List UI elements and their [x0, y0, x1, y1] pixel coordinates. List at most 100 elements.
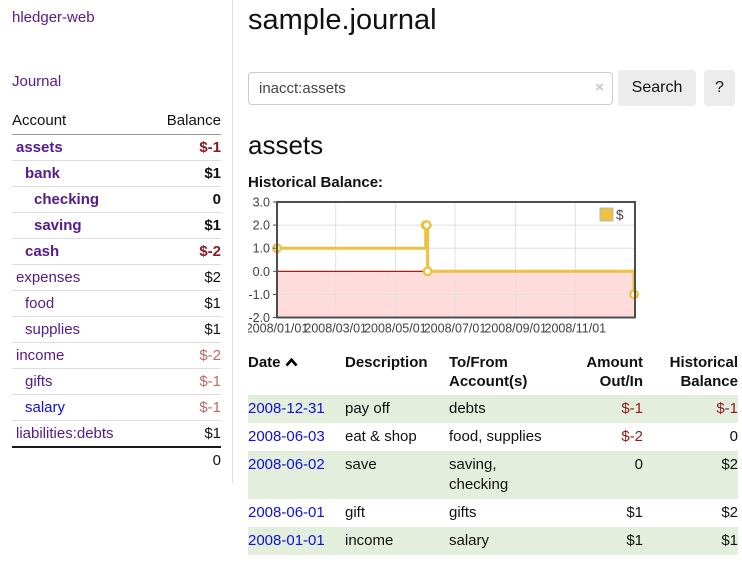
account-link[interactable]: gifts: [25, 373, 53, 390]
transaction-date-link[interactable]: 2008-12-31: [248, 400, 325, 417]
account-row: expenses $2: [12, 265, 221, 291]
transaction-accounts: saving,checking: [449, 451, 560, 499]
account-balance: $-2: [148, 239, 221, 265]
y-axis-tick-label: 2.0: [253, 219, 270, 233]
historical-balance-chart-svg: 3.02.01.00.0-1.0-2.02008/01/012008/03/01…: [248, 195, 648, 338]
account-row: income $-2: [12, 343, 221, 369]
account-row: cash $-2: [12, 239, 221, 265]
transaction-balance: $2: [643, 451, 738, 499]
transaction-amount: 0: [560, 451, 643, 499]
transaction-date-link[interactable]: 2008-06-02: [248, 456, 325, 473]
transaction-accounts: salary: [449, 527, 560, 555]
search-box: ×: [248, 72, 613, 105]
y-axis-tick-label: 0.0: [253, 265, 270, 279]
x-axis-tick-label: 2008/01/01: [248, 322, 308, 336]
accounts-header-balance: Balance: [148, 110, 221, 135]
register-row: 2008-06-02 savesaving,checking0$2: [248, 451, 738, 499]
account-row: bank$1: [12, 161, 221, 187]
account-row: supplies$1: [12, 317, 221, 343]
transaction-date-link[interactable]: 2008-01-01: [248, 532, 325, 549]
account-heading: assets: [248, 130, 738, 160]
y-axis-tick-label: 1.0: [253, 242, 270, 256]
account-balance: $-1: [148, 369, 221, 395]
help-button[interactable]: ?: [704, 70, 735, 106]
account-balance: $-1: [148, 395, 221, 421]
sort-ascending-icon: [285, 358, 298, 367]
register-header-accounts: To/From Account(s): [449, 350, 560, 395]
accounts-table-body: assets$-1bank$1checking0saving$1cash$-2e…: [12, 135, 221, 448]
transaction-balance: $1: [643, 527, 738, 555]
account-link[interactable]: liabilities:debts: [16, 425, 114, 442]
accounts-total-row: 0: [12, 447, 221, 473]
transaction-balance: $-1: [643, 395, 738, 423]
account-link[interactable]: food: [25, 295, 54, 312]
register-row: 2008-06-03 eat & shopfood, supplies$-20: [248, 423, 738, 451]
transaction-amount: $1: [560, 499, 643, 527]
account-link[interactable]: assets: [16, 139, 63, 156]
transaction-description: save: [345, 451, 449, 499]
account-link[interactable]: expenses: [16, 269, 80, 286]
account-balance: $-1: [148, 135, 221, 161]
transaction-balance: 0: [643, 423, 738, 451]
legend-label: $: [616, 208, 624, 223]
account-link[interactable]: bank: [25, 165, 60, 182]
account-link[interactable]: income: [16, 347, 64, 364]
transaction-description: gift: [345, 499, 449, 527]
transaction-amount: $1: [560, 527, 643, 555]
account-link[interactable]: cash: [25, 243, 59, 260]
clear-search-icon[interactable]: ×: [595, 79, 604, 97]
x-axis-tick-label: 2008/11/01: [545, 322, 607, 336]
register-row: 2008-01-01incomesalary$1$1: [248, 527, 738, 555]
account-link[interactable]: supplies: [25, 321, 80, 338]
search-input[interactable]: [248, 72, 613, 105]
x-axis-tick-label: 2008/09/01: [484, 322, 547, 336]
sidebar-item-journal[interactable]: Journal: [12, 72, 221, 91]
transaction-description: pay off: [345, 395, 449, 423]
transaction-date-link[interactable]: 2008-06-03: [248, 428, 325, 445]
legend-swatch: [600, 208, 613, 221]
main-content: sample.journal × Search ? assets Histori…: [248, 0, 738, 555]
account-balance: $1: [148, 213, 221, 239]
account-row: salary $-1: [12, 395, 221, 421]
transaction-amount: $-2: [560, 423, 643, 451]
register-header-description: Description: [345, 350, 449, 395]
accounts-total-value: 0: [148, 447, 221, 473]
search-button[interactable]: Search: [618, 70, 696, 106]
register-header-date[interactable]: Date: [248, 350, 345, 395]
register-row: 2008-12-31pay offdebts$-1$-1: [248, 395, 738, 423]
transaction-accounts: gifts: [449, 499, 560, 527]
register-row: 2008-06-01 giftgifts$1$2: [248, 499, 738, 527]
search-form: × Search ?: [248, 70, 738, 106]
transaction-accounts: debts: [449, 395, 560, 423]
chart-title: Historical Balance:: [248, 173, 738, 192]
account-row: checking0: [12, 187, 221, 213]
transaction-date-link[interactable]: 2008-06-01: [248, 504, 325, 521]
app-brand-link[interactable]: hledger-web: [12, 8, 95, 27]
account-row: gifts $-1: [12, 369, 221, 395]
account-row: assets $-1: [12, 135, 221, 161]
transaction-balance: $2: [643, 499, 738, 527]
register-header-row: Date Description To/From Account(s) Amou…: [248, 350, 738, 395]
account-link[interactable]: saving: [34, 217, 82, 234]
account-balance: $1: [148, 291, 221, 317]
data-point-marker: [424, 268, 432, 276]
account-row: food $1: [12, 291, 221, 317]
account-row: liabilities:debts$1: [12, 421, 221, 448]
register-table-body: 2008-12-31pay offdebts$-1$-12008-06-03ea…: [248, 395, 738, 555]
accounts-table: Account Balance assets$-1bank$1checking0…: [12, 110, 221, 473]
transaction-accounts: food, supplies: [449, 423, 560, 451]
transaction-description: eat & shop: [345, 423, 449, 451]
page-title: sample.journal: [248, 3, 738, 37]
data-point-marker: [423, 221, 431, 229]
account-balance: $-2: [148, 343, 221, 369]
register-table: Date Description To/From Account(s) Amou…: [248, 350, 738, 555]
account-link[interactable]: checking: [34, 191, 99, 208]
y-axis-tick-label: 3.0: [253, 196, 270, 210]
transaction-description: income: [345, 527, 449, 555]
account-balance: $2: [148, 265, 221, 291]
register-header-balance: Historical Balance: [643, 350, 738, 395]
account-row: saving $1: [12, 213, 221, 239]
account-link[interactable]: salary: [25, 399, 65, 416]
transaction-amount: $-1: [560, 395, 643, 423]
accounts-header-account: Account: [12, 110, 148, 135]
